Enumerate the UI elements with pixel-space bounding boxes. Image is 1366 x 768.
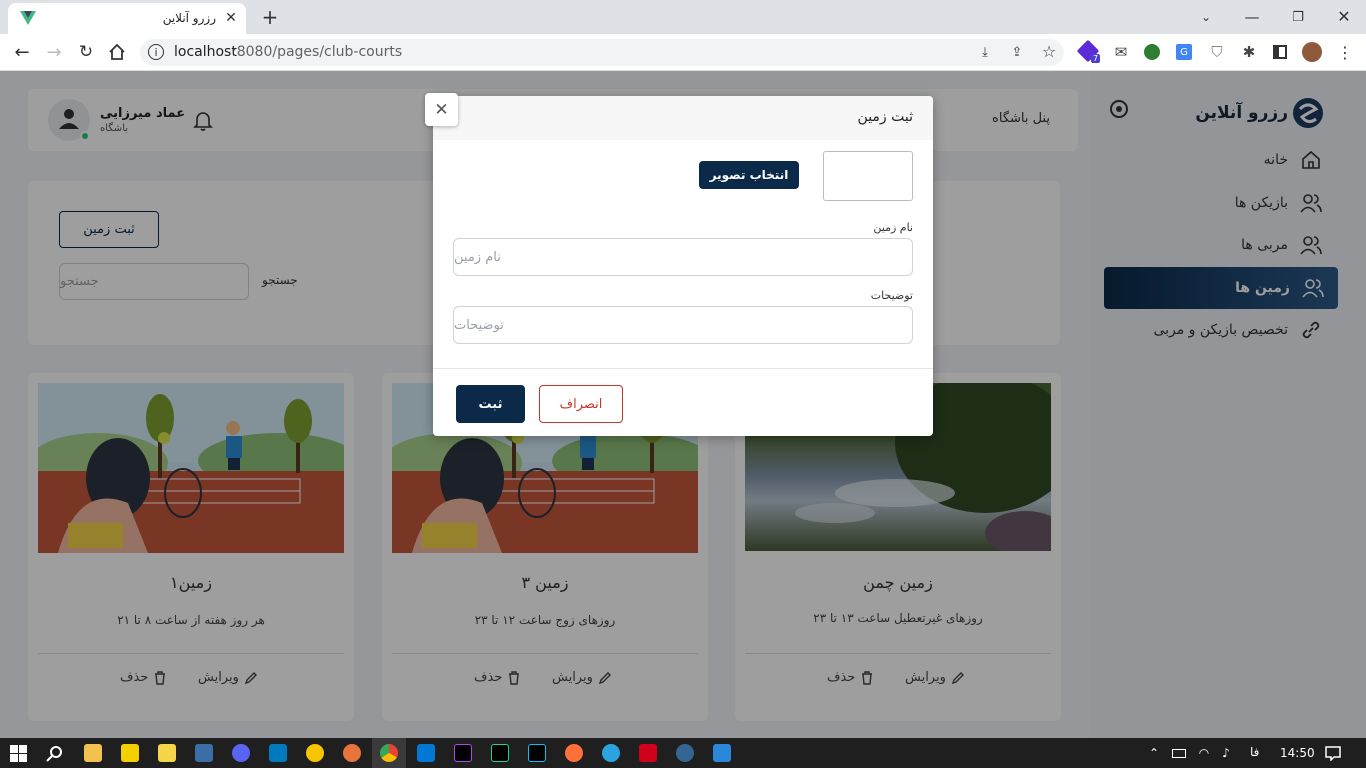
- media-player-icon[interactable]: [158, 744, 176, 762]
- app-icon[interactable]: [195, 744, 213, 762]
- court-name-label: نام زمین: [873, 221, 913, 234]
- minimize-icon[interactable]: —: [1242, 7, 1262, 27]
- tray-chevron-icon[interactable]: ⌃: [1146, 745, 1162, 761]
- forward-icon[interactable]: →: [44, 42, 64, 63]
- modal-title: ثبت زمین: [857, 109, 913, 125]
- address-bar[interactable]: i localhost :8080/pages/club-courts ⤓ ⇪ …: [140, 39, 1064, 66]
- court-name-input[interactable]: نام زمین: [453, 238, 913, 276]
- sticky-notes-icon[interactable]: [121, 744, 139, 762]
- translate-extension-icon[interactable]: G: [1176, 44, 1192, 60]
- browser-tab[interactable]: رزرو آنلاین ✕: [8, 3, 246, 34]
- mail-extension-icon[interactable]: ✉: [1112, 43, 1130, 61]
- bookmark-star-icon[interactable]: ☆: [1040, 42, 1058, 61]
- share-icon[interactable]: ⇪: [1008, 43, 1026, 61]
- site-info-icon[interactable]: i: [148, 44, 164, 60]
- add-court-modal: ثبت زمین انتخاب تصویر نام زمین نام زمین …: [433, 96, 933, 436]
- app-icon[interactable]: [639, 744, 657, 762]
- volume-icon[interactable]: ♪: [1218, 745, 1234, 761]
- close-window-icon[interactable]: ✕: [1334, 6, 1354, 26]
- app-icon[interactable]: [343, 744, 361, 762]
- tab-title: رزرو آنلاین: [162, 11, 216, 25]
- clock[interactable]: 14:50: [1280, 746, 1315, 760]
- submit-button[interactable]: ثبت: [456, 385, 525, 423]
- url-path: :8080/pages/club-courts: [232, 44, 403, 60]
- globe-extension-icon[interactable]: [1144, 44, 1160, 60]
- extension-badge: 7: [1091, 54, 1101, 63]
- webstorm-icon[interactable]: [528, 744, 546, 762]
- extensions-puzzle-icon[interactable]: ✱: [1240, 43, 1258, 61]
- description-label: توضیحات: [870, 289, 913, 302]
- home-browser-icon[interactable]: [108, 43, 126, 61]
- wifi-icon[interactable]: ◠: [1196, 745, 1212, 761]
- vue-logo-icon: [20, 11, 36, 25]
- chrome-icon[interactable]: [380, 744, 398, 762]
- discord-icon[interactable]: [232, 744, 250, 762]
- install-app-icon[interactable]: ⤓: [976, 43, 994, 61]
- shield-extension-icon[interactable]: ⛉: [1208, 43, 1226, 61]
- postgres-icon[interactable]: [676, 744, 694, 762]
- reload-icon[interactable]: ↻: [76, 42, 96, 62]
- photos-icon[interactable]: [713, 744, 731, 762]
- side-panel-icon[interactable]: [1273, 45, 1287, 59]
- image-preview: [823, 151, 913, 201]
- pycharm-icon[interactable]: [491, 744, 509, 762]
- notifications-icon[interactable]: [1325, 746, 1341, 761]
- browser-menu-icon[interactable]: ⋮: [1336, 42, 1354, 62]
- tab-close-icon[interactable]: ✕: [222, 9, 240, 27]
- new-tab-icon[interactable]: +: [260, 5, 280, 29]
- firefox-icon[interactable]: [565, 744, 583, 762]
- telegram-icon[interactable]: [602, 744, 620, 762]
- search-icon[interactable]: [46, 745, 63, 762]
- restore-icon[interactable]: ❐: [1288, 7, 1308, 27]
- language-indicator[interactable]: فا: [1250, 745, 1259, 759]
- battery-icon[interactable]: [1172, 749, 1186, 758]
- description-input[interactable]: توضیحات: [453, 306, 913, 344]
- trello-icon[interactable]: [269, 744, 287, 762]
- profile-avatar-icon[interactable]: [1302, 42, 1322, 62]
- back-icon[interactable]: ←: [12, 42, 32, 63]
- vscode-icon[interactable]: [417, 744, 435, 762]
- windows-start-icon[interactable]: [10, 745, 27, 762]
- url-host: localhost: [174, 44, 237, 60]
- choose-image-button[interactable]: انتخاب تصویر: [699, 161, 799, 189]
- app-icon[interactable]: [306, 744, 324, 762]
- tab-search-chevron-icon[interactable]: ⌄: [1196, 7, 1216, 27]
- phpstorm-icon[interactable]: [454, 744, 472, 762]
- cancel-button[interactable]: انصراف: [539, 385, 623, 423]
- file-explorer-icon[interactable]: [84, 744, 102, 762]
- modal-close-icon[interactable]: ✕: [425, 93, 458, 126]
- modal-divider: [433, 368, 933, 369]
